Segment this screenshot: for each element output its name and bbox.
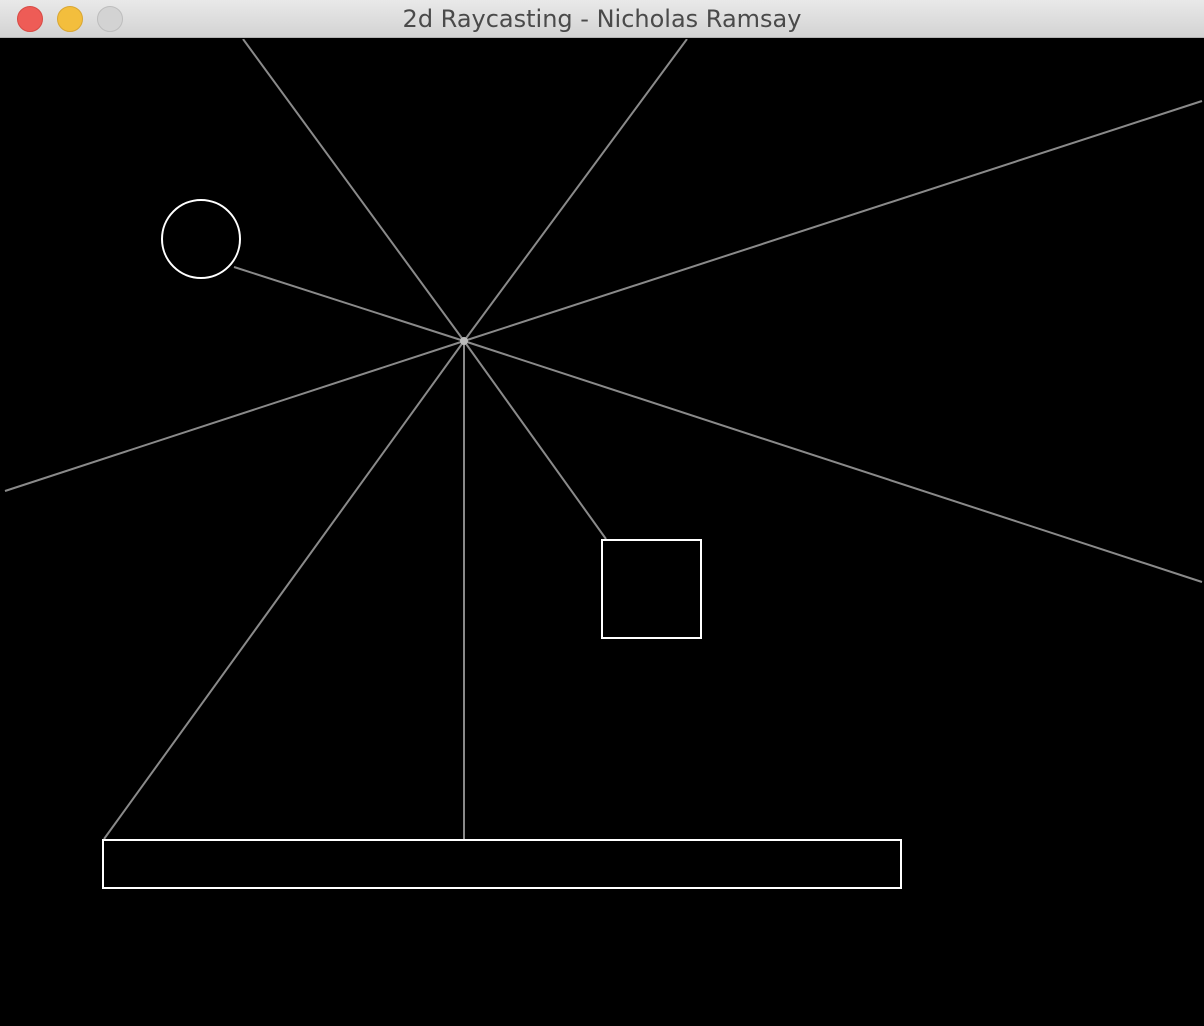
light-source	[460, 337, 468, 345]
bar-obstacle	[102, 839, 902, 889]
ray	[463, 100, 1203, 342]
ray	[242, 39, 465, 342]
ray	[463, 39, 688, 342]
circle-obstacle	[161, 199, 241, 279]
raycast-canvas[interactable]	[3, 39, 1204, 1026]
ray	[103, 340, 465, 840]
window-title: 2d Raycasting - Nicholas Ramsay	[402, 5, 802, 33]
ray	[463, 340, 607, 540]
ray	[233, 266, 465, 342]
raycast-scene	[4, 39, 1203, 889]
title-bar[interactable]: 2d Raycasting - Nicholas Ramsay	[0, 0, 1204, 38]
square-obstacle	[601, 539, 702, 639]
ray	[4, 340, 465, 492]
ray	[463, 340, 1203, 583]
app-window: 2d Raycasting - Nicholas Ramsay	[0, 0, 1204, 1026]
